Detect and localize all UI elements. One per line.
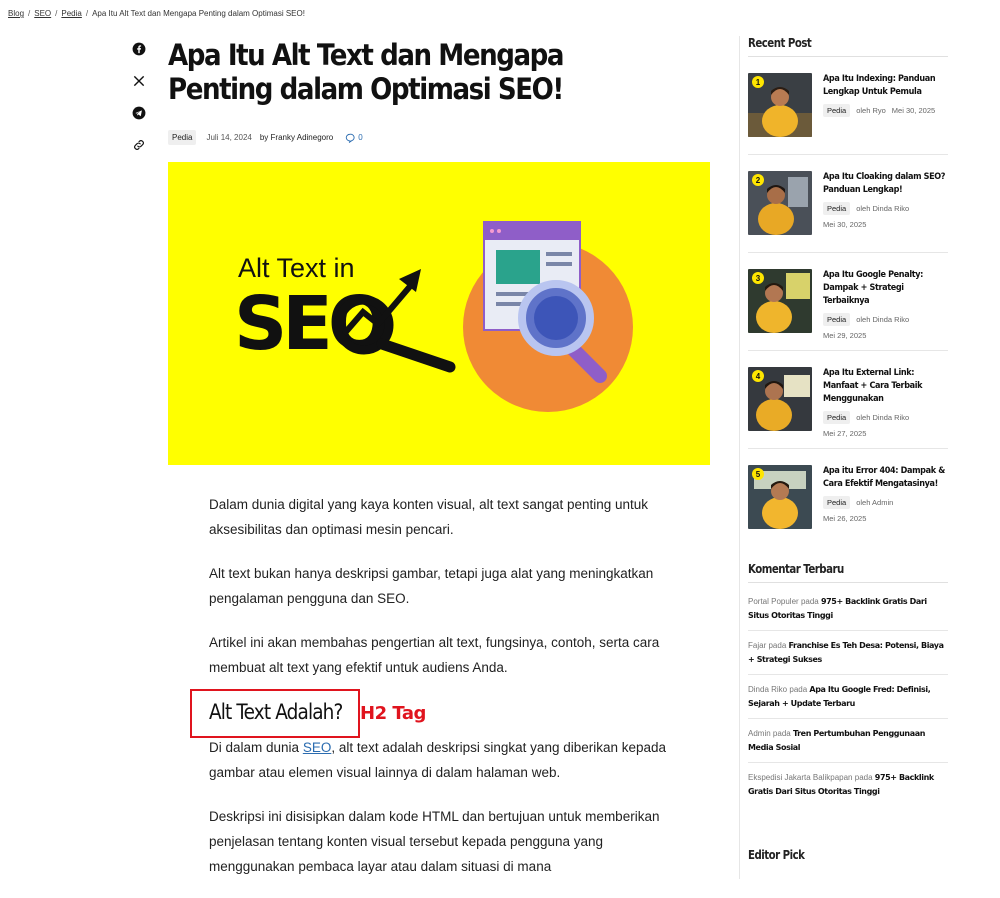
post-date: Mei 29, 2025 [823,331,867,340]
breadcrumb-pedia[interactable]: Pedia [61,9,81,18]
article-title: Apa Itu Alt Text dan Mengapa Penting dal… [168,38,565,106]
post-author: oleh Admin [856,498,894,507]
recent-post-item[interactable]: 5 Apa itu Error 404: Dampak & Cara Efekt… [748,465,948,546]
hero-illustration: Alt Text in SEO [168,162,710,465]
sidebar-divider [739,36,740,879]
recent-post-item[interactable]: 2 Apa Itu Cloaking dalam SEO? Panduan Le… [748,171,948,253]
share-bar [128,38,150,166]
paragraph-4: Di dalam dunia SEO, alt text adalah desk… [209,740,667,780]
post-author: oleh Ryo [856,106,886,115]
recent-post-list: 1 Apa Itu Indexing: Panduan Lengkap Untu… [748,73,948,546]
comment-item: Ekspedisi Jakarta Balikpapan pada 975+ B… [748,773,934,796]
article-meta: Pedia Juli 14, 2024 by Franky Adinegoro … [168,130,363,145]
post-thumbnail[interactable]: 3 [748,269,812,333]
widget-divider [748,56,948,57]
post-title[interactable]: Apa itu Error 404: Dampak & Cara Efektif… [823,465,949,491]
post-category[interactable]: Pedia [823,496,851,509]
comment-author[interactable]: Fajar [748,641,766,650]
post-category[interactable]: Pedia [823,104,851,117]
publish-date: Juli 14, 2024 [206,133,252,142]
telegram-icon [132,106,146,120]
seo-link[interactable]: SEO [303,740,332,755]
x-icon [133,75,145,87]
category-badge[interactable]: Pedia [168,130,197,145]
editor-pick-title: Editor Pick [748,848,805,862]
paragraph-1: Dalam dunia digital yang kaya konten vis… [209,497,649,537]
post-category[interactable]: Pedia [823,411,851,424]
post-author: oleh Dinda Riko [856,413,910,422]
sidebar: Recent Post 1 Apa Itu Indexing: Panduan … [748,36,948,814]
hero-image: Alt Text in SEO [168,162,710,465]
paragraph-5: Deskripsi ini disisipkan dalam kode HTML… [209,809,660,874]
breadcrumb-current: Apa Itu Alt Text dan Mengapa Penting dal… [92,9,305,18]
post-date: Mei 30, 2025 [823,220,867,229]
comment-item: Admin pada Tren Pertumbuhan Penggunaan M… [748,727,948,763]
paragraph-3: Artikel ini akan membahas pengertian alt… [209,635,660,675]
comment-count-link[interactable]: 0 [345,133,363,143]
widget-divider [748,582,948,583]
h2-tag-annotation: H2 Tag [360,703,426,724]
recent-post-item[interactable]: 3 Apa Itu Google Penalty: Dampak + Strat… [748,269,948,351]
recent-post-title: Recent Post [748,36,812,50]
hero-text-line1: Alt Text in [238,253,355,283]
comment-item: Portal Populer pada 975+ Backlink Gratis… [748,595,948,631]
recent-post-item[interactable]: 1 Apa Itu Indexing: Panduan Lengkap Untu… [748,73,948,155]
telegram-share-button[interactable] [128,102,150,124]
post-title[interactable]: Apa Itu External Link: Manfaat + Cara Te… [823,367,949,406]
post-date: Mei 27, 2025 [823,429,867,438]
h2-section: Alt Text Adalah? H2 Tag [190,689,689,738]
post-rank-badge: 3 [752,272,764,284]
post-thumbnail[interactable]: 2 [748,171,812,235]
comment-author[interactable]: Portal Populer [748,597,799,606]
facebook-icon [132,42,146,56]
copy-link-button[interactable] [128,134,150,156]
comment-icon [346,133,355,143]
comment-author[interactable]: Admin [748,729,771,738]
comment-author[interactable]: Ekspedisi Jakarta Balikpapan [748,773,853,782]
recent-post-item[interactable]: 4 Apa Itu External Link: Manfaat + Cara … [748,367,948,449]
post-rank-badge: 2 [752,174,764,186]
comment-author[interactable]: Dinda Riko [748,685,787,694]
post-date: Mei 26, 2025 [823,514,867,523]
breadcrumb: Blog / SEO / Pedia / Apa Itu Alt Text dan Meng… [8,9,305,18]
facebook-share-button[interactable] [128,38,150,60]
post-rank-badge: 5 [752,468,764,480]
comment-item: Dinda Riko pada Apa Itu Google Fred: Def… [748,683,948,719]
x-share-button[interactable] [128,70,150,92]
paragraph-2: Alt text bukan hanya deskripsi gambar, t… [209,566,654,606]
article-body: Dalam dunia digital yang kaya konten vis… [190,492,689,898]
post-date: Mei 30, 2025 [891,106,936,115]
post-title[interactable]: Apa Itu Cloaking dalam SEO? Panduan Leng… [823,171,949,197]
post-thumbnail[interactable]: 5 [748,465,812,529]
post-category[interactable]: Pedia [823,313,851,326]
link-icon [134,140,144,150]
comment-item: Fajar pada Franchise Es Teh Desa: Potens… [748,639,948,675]
breadcrumb-blog[interactable]: Blog [8,9,24,18]
post-rank-badge: 1 [752,76,764,88]
author-name[interactable]: by Franky Adinegoro [260,133,333,142]
post-author: oleh Dinda Riko [856,315,910,324]
post-rank-badge: 4 [752,370,764,382]
post-author: oleh Dinda Riko [856,204,910,213]
post-category[interactable]: Pedia [823,202,851,215]
comment-count: 0 [358,133,363,142]
post-title[interactable]: Apa Itu Indexing: Panduan Lengkap Untuk … [823,73,949,99]
post-title[interactable]: Apa Itu Google Penalty: Dampak + Strateg… [823,269,949,308]
recent-comments-list: Portal Populer pada 975+ Backlink Gratis… [748,595,948,806]
post-thumbnail[interactable]: 4 [748,367,812,431]
recent-comments-title: Komentar Terbaru [748,562,844,576]
post-thumbnail[interactable]: 1 [748,73,812,137]
breadcrumb-seo[interactable]: SEO [34,9,51,18]
